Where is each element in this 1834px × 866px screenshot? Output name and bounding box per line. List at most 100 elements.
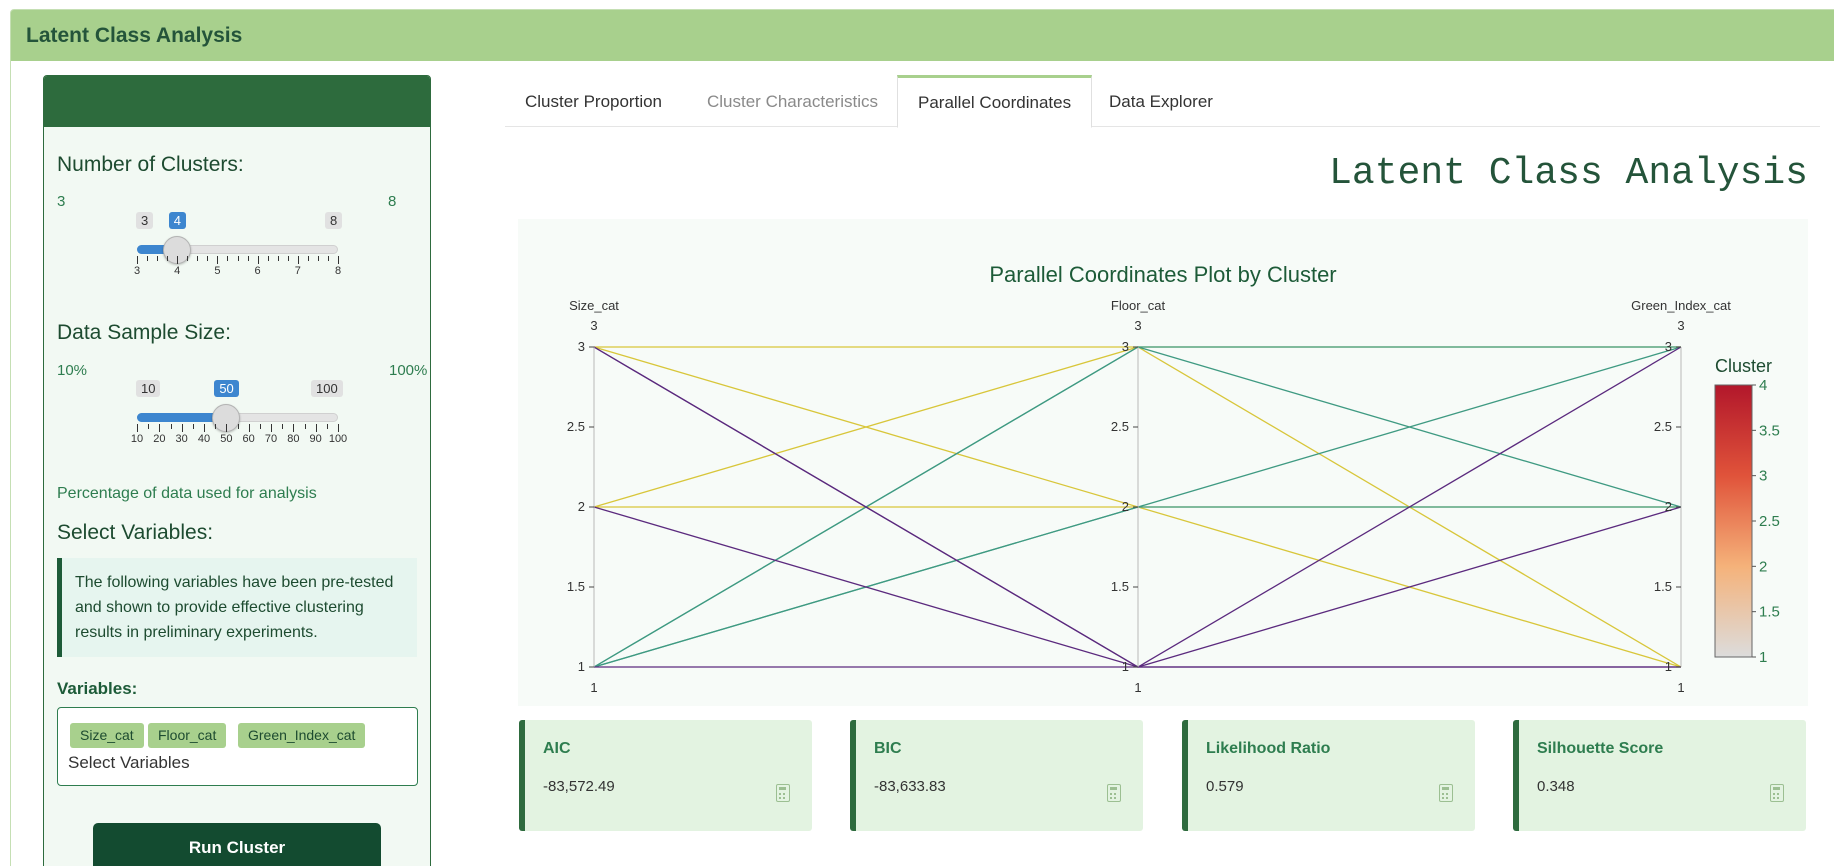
slider-tick bbox=[181, 424, 183, 432]
plot-title: Parallel Coordinates Plot by Cluster bbox=[989, 262, 1337, 287]
slider-min-badge: 3 bbox=[136, 212, 154, 229]
slider-tick bbox=[248, 424, 250, 432]
slider-tick bbox=[237, 424, 239, 429]
metric-title: BIC bbox=[874, 740, 902, 757]
slider-tick bbox=[297, 256, 299, 264]
app-root: Latent Class Analysis Number of Clusters… bbox=[0, 0, 1834, 866]
metric-value: 0.579 bbox=[1206, 778, 1244, 795]
tab-parallel-coordinates[interactable]: Parallel Coordinates bbox=[897, 75, 1093, 128]
metric-card-silhouette-score: Silhouette Score 0.348 bbox=[1513, 720, 1806, 831]
calculator-icon bbox=[776, 784, 790, 802]
slider-tick bbox=[307, 256, 309, 261]
slider-tick-label: 4 bbox=[174, 265, 181, 277]
slider-tick-label: 60 bbox=[242, 433, 255, 445]
slider-value-badge: 4 bbox=[168, 212, 186, 229]
slider-tick bbox=[147, 256, 149, 261]
calculator-icon bbox=[1770, 784, 1784, 802]
sample-min-label: 10% bbox=[57, 362, 88, 379]
slider-tick bbox=[237, 256, 239, 261]
slider-tick bbox=[315, 424, 317, 432]
callout-text: The following variables have been pre-te… bbox=[75, 574, 394, 641]
metric-title: AIC bbox=[543, 740, 571, 757]
variables-callout: The following variables have been pre-te… bbox=[57, 558, 417, 657]
slider-tick bbox=[177, 256, 179, 264]
main-title: Latent Class Analysis bbox=[1329, 152, 1808, 195]
slider-tick bbox=[187, 256, 189, 261]
slider-tick-label: 6 bbox=[254, 265, 261, 277]
slider-tick bbox=[277, 256, 279, 261]
tab-cluster-proportion[interactable]: Cluster Proportion bbox=[505, 75, 682, 127]
metric-card-likelihood-ratio: Likelihood Ratio 0.579 bbox=[1182, 720, 1475, 831]
axis-name-size: Size_cat bbox=[569, 298, 619, 313]
axis-name-green-index: Green_Index_cat bbox=[1631, 298, 1731, 313]
variables-select[interactable]: Size_cat Floor_cat Green_Index_cat Selec… bbox=[57, 707, 418, 786]
slider-tick bbox=[226, 424, 228, 432]
slider-tick bbox=[204, 424, 205, 432]
slider-tick-label: 30 bbox=[175, 433, 188, 445]
slider-tick bbox=[159, 424, 161, 432]
slider-tick-label: 50 bbox=[220, 433, 233, 445]
slider-value-badge: 50 bbox=[214, 380, 239, 397]
metric-title: Likelihood Ratio bbox=[1206, 740, 1331, 757]
slider-tick bbox=[259, 424, 261, 429]
metric-value: -83,633.83 bbox=[874, 778, 946, 795]
tab-bar: Cluster Proportion Cluster Characteristi… bbox=[505, 75, 1820, 128]
metric-card-aic: AIC -83,572.49 bbox=[519, 720, 812, 831]
slider-tick bbox=[267, 256, 269, 261]
metric-value: -83,572.49 bbox=[543, 778, 615, 795]
slider-tick bbox=[287, 256, 289, 261]
slider-tick bbox=[137, 424, 138, 432]
slider-tick bbox=[327, 256, 329, 261]
sample-max-label: 100% bbox=[389, 362, 428, 379]
app-header: Latent Class Analysis bbox=[10, 9, 1834, 61]
slider-tick bbox=[338, 256, 339, 264]
colorbar-title: Cluster bbox=[1715, 356, 1773, 376]
clusters-label: Number of Clusters: bbox=[57, 153, 244, 176]
slider-tick-label: 80 bbox=[287, 433, 300, 445]
slider-tick bbox=[192, 424, 194, 429]
slider-tick-label: 3 bbox=[133, 265, 141, 277]
sample-note: Percentage of data used for analysis bbox=[57, 485, 317, 502]
sample-size-label: Data Sample Size: bbox=[57, 321, 231, 344]
slider-tick bbox=[170, 424, 172, 429]
app-title: Latent Class Analysis bbox=[26, 24, 243, 47]
clusters-min-label: 3 bbox=[57, 193, 66, 210]
slider-tick-label: 100 bbox=[328, 433, 348, 445]
plot-container: Parallel Coordinates Plot by Cluster bbox=[518, 219, 1808, 706]
calculator-icon bbox=[1107, 784, 1121, 802]
slider-tick bbox=[282, 424, 284, 429]
variables-placeholder[interactable]: Select Variables bbox=[68, 753, 190, 773]
chip-size-cat[interactable]: Size_cat bbox=[70, 723, 144, 748]
slider-tick bbox=[207, 256, 209, 261]
slider-tick bbox=[227, 256, 229, 261]
chip-green-index-cat[interactable]: Green_Index_cat bbox=[238, 723, 366, 748]
slider-tick bbox=[293, 424, 295, 432]
slider-tick-label: 8 bbox=[334, 265, 342, 277]
slider-tick bbox=[271, 424, 272, 432]
tab-cluster-characteristics[interactable]: Cluster Characteristics bbox=[687, 75, 898, 127]
slider-tick bbox=[217, 256, 219, 264]
slider-tick-label: 7 bbox=[294, 265, 301, 277]
slider-tick-label: 10 bbox=[130, 433, 144, 445]
slider-tick bbox=[338, 424, 339, 432]
slider-tick bbox=[215, 424, 217, 429]
slider-tick-label: 20 bbox=[153, 433, 166, 445]
metric-title: Silhouette Score bbox=[1537, 740, 1664, 757]
slider-tick-label: 70 bbox=[264, 433, 278, 445]
clusters-max-label: 8 bbox=[388, 193, 397, 210]
variables-label: Variables: bbox=[57, 679, 138, 698]
slider-tick bbox=[326, 424, 328, 429]
slider-tick bbox=[304, 424, 306, 429]
sidebar-header bbox=[44, 76, 430, 127]
slider-tick bbox=[247, 256, 249, 261]
run-cluster-button[interactable]: Run Cluster bbox=[93, 823, 381, 866]
chip-floor-cat[interactable]: Floor_cat bbox=[148, 723, 227, 748]
metric-card-bic: BIC -83,633.83 bbox=[850, 720, 1143, 831]
slider-tick-label: 40 bbox=[197, 433, 211, 445]
slider-tick-label: 5 bbox=[214, 265, 221, 277]
slider-tick bbox=[197, 256, 199, 261]
tab-data-explorer[interactable]: Data Explorer bbox=[1089, 75, 1233, 127]
slider-tick bbox=[148, 424, 150, 429]
slider-tick-label: 90 bbox=[309, 433, 322, 445]
slider-tick bbox=[257, 256, 259, 264]
